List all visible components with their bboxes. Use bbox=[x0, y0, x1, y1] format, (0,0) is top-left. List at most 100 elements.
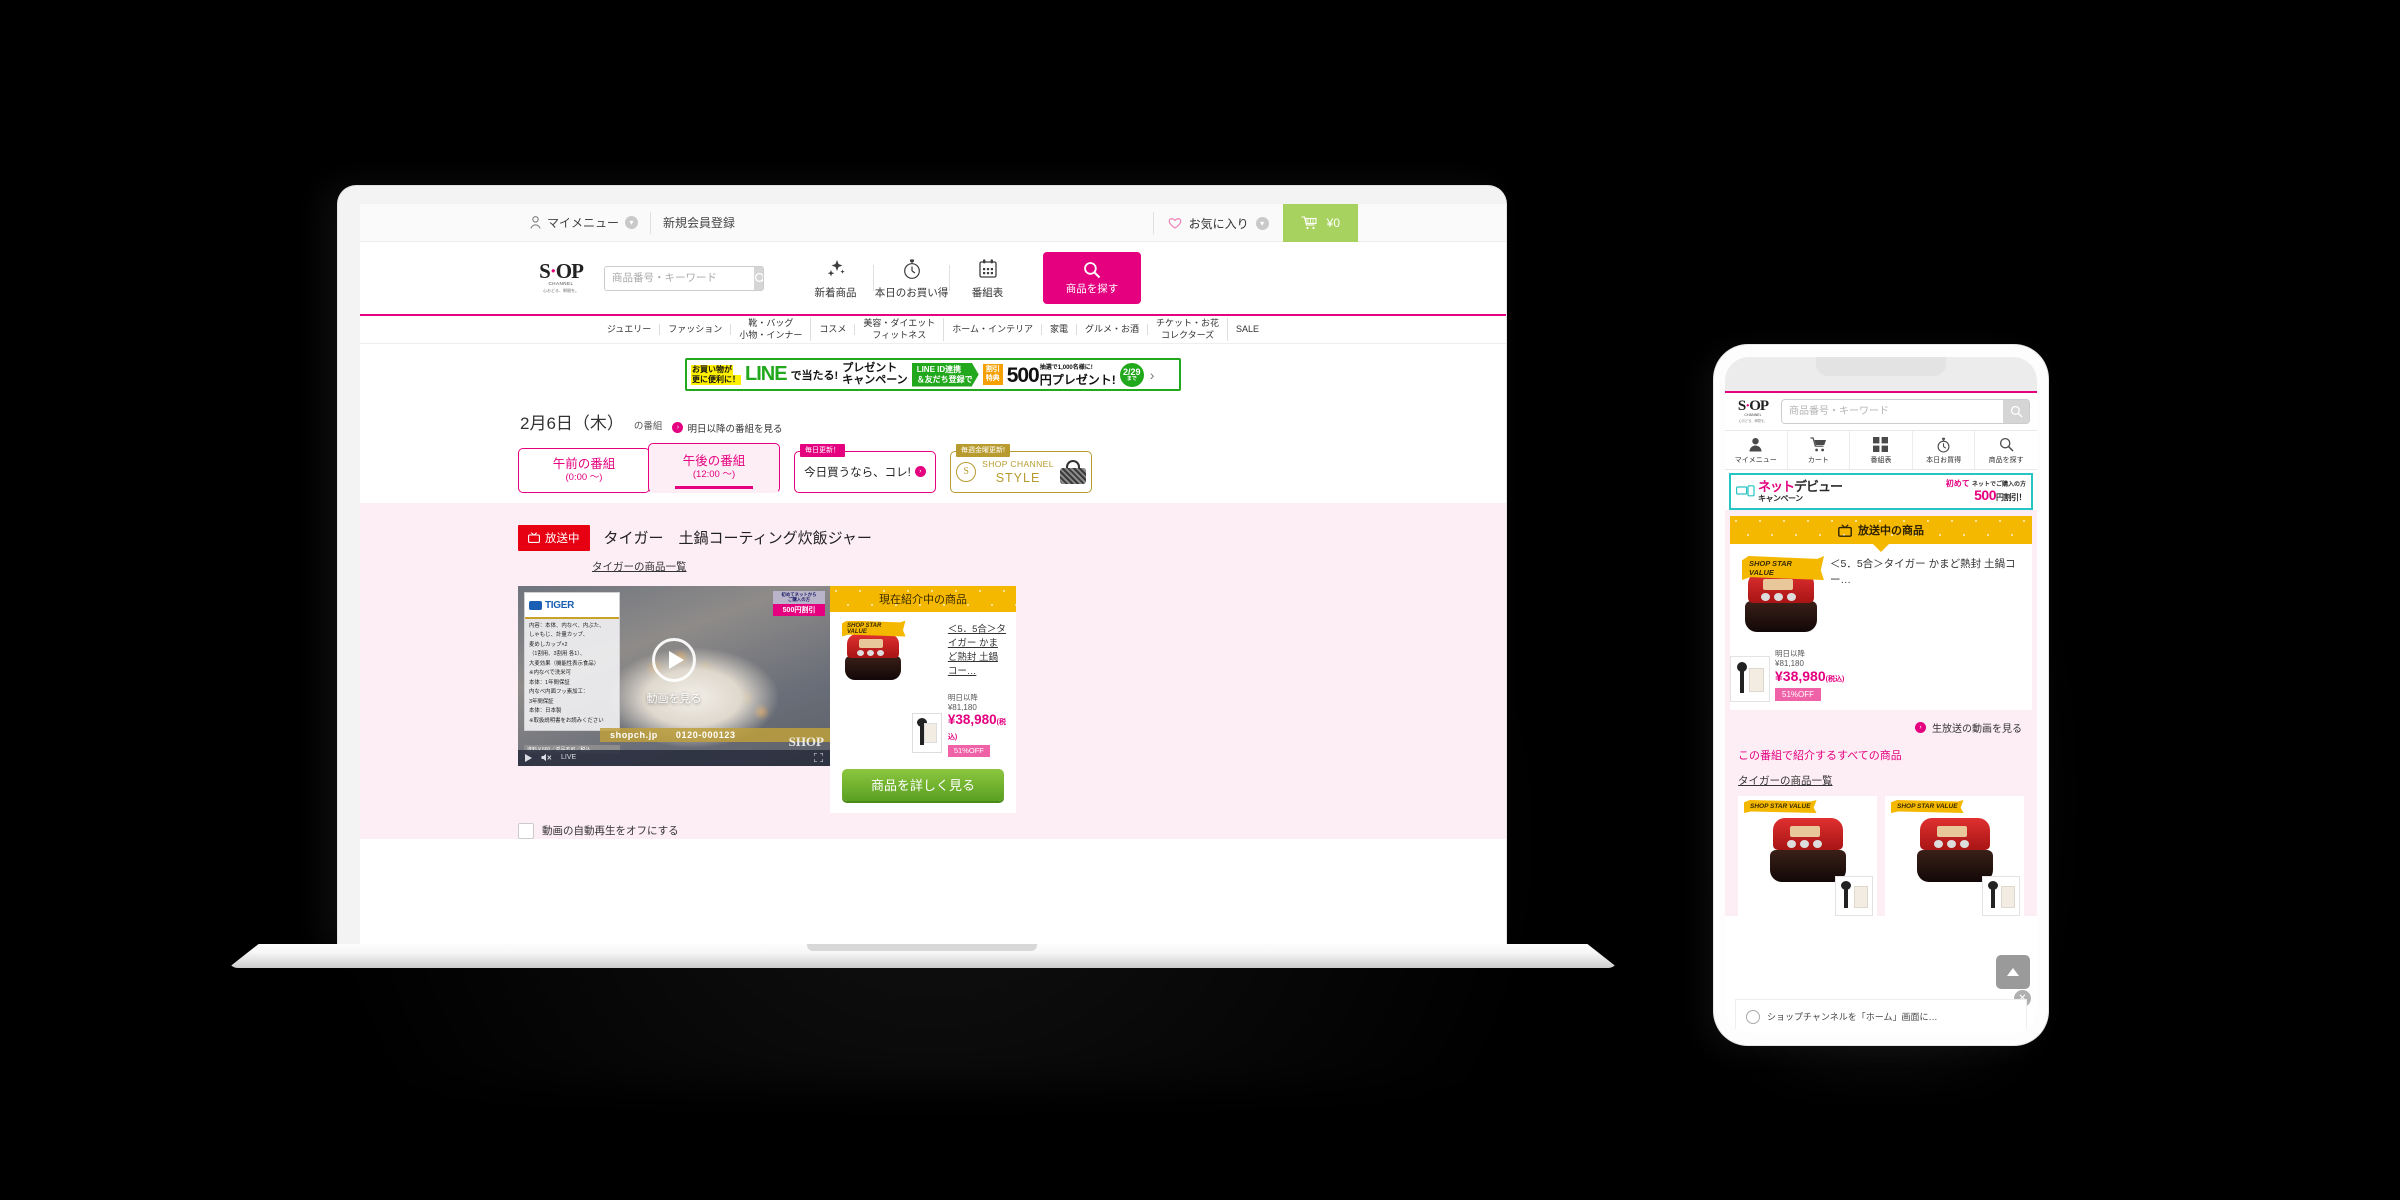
tab-morning-program[interactable]: 午前の番組 (0:00 ～) bbox=[518, 447, 650, 493]
nav-item-7[interactable]: グルメ・お酒 bbox=[1077, 323, 1149, 336]
schedule-tabs: 午前の番組 (0:00 ～) 午後の番組 (12:00 ～) 毎日更新！ 今日買… bbox=[518, 442, 1506, 493]
schedule-date: 2月6日（木） bbox=[520, 414, 624, 433]
nav-item-4[interactable]: 美容・ダイエット フィットネス bbox=[855, 318, 945, 341]
video-player[interactable]: TIGER 内容：本体、内なべ、内ぶた、 しゃもじ、計量カップ、 麦めしカップ×2 （… bbox=[518, 585, 830, 766]
fullscreen-icon[interactable] bbox=[814, 753, 823, 762]
product-image-rice-cooker bbox=[1769, 818, 1846, 882]
mobile-net-debut-banner[interactable]: ネット デビュー キャンペーン 初めて ネットでご購入の方 500円割引！ bbox=[1729, 473, 2033, 510]
search-icon bbox=[2010, 405, 2023, 418]
nav-item-1[interactable]: ファッション bbox=[660, 323, 732, 336]
chevron-down-icon[interactable]: ▾ bbox=[1255, 216, 1269, 230]
cart-button[interactable]: ¥0 bbox=[1282, 204, 1358, 242]
mobile-nav-cart[interactable]: カート bbox=[1788, 431, 1851, 469]
my-menu-button[interactable]: マイメニュー ▾ bbox=[518, 214, 650, 231]
program-content-area: 放送中 タイガー 土鍋コーティング炊飯ジャー タイガーの商品一覧 TIGER 内… bbox=[360, 502, 1506, 839]
onair-label: 放送中 bbox=[545, 532, 580, 545]
mute-icon[interactable] bbox=[541, 753, 552, 762]
deadline-until: まで bbox=[1126, 375, 1137, 382]
tiger-wordmark: TIGER bbox=[545, 599, 575, 611]
logo[interactable]: S·OP CHANNEL 心おどる、瞬間を。 bbox=[532, 260, 590, 295]
view-product-button[interactable]: 商品を詳しく見る bbox=[842, 768, 1004, 801]
favorites-button[interactable]: お気に入り ▾ bbox=[1154, 215, 1283, 232]
chevron-right-icon[interactable]: › bbox=[1150, 367, 1155, 383]
search-input[interactable] bbox=[605, 266, 754, 290]
mobile-bottom-sheet[interactable]: ショップチャンネルを「ホーム」画面に… bbox=[1735, 999, 2027, 1033]
mobile-brand-list-link[interactable]: タイガーの商品一覧 bbox=[1730, 763, 2032, 788]
mobile-nav-find-products[interactable]: 商品を探す bbox=[1975, 431, 2037, 469]
shop-channel-style-button[interactable]: 毎週金曜更新! S SHOP CHANNEL STYLE bbox=[950, 443, 1092, 493]
line-banner-lottery: 抽選で1,000名様に! bbox=[1039, 364, 1093, 371]
price-tax-note: (税込) bbox=[1825, 676, 1845, 683]
search-box[interactable] bbox=[604, 265, 764, 291]
find-products-button[interactable]: 商品を探す bbox=[1043, 252, 1141, 304]
header-link-todays-deal[interactable]: 本日のお買い得 bbox=[874, 257, 949, 300]
nav-item-9[interactable]: SALE bbox=[1228, 324, 1267, 335]
mobile-nav-label: 商品を探す bbox=[1988, 457, 2024, 464]
tab-title: 午後の番組 bbox=[682, 454, 746, 469]
mobile-nav-my-menu[interactable]: マイメニュー bbox=[1725, 431, 1788, 469]
daily-pick-text: 今日買うなら、コレ! › bbox=[804, 464, 926, 480]
stopwatch-icon bbox=[1913, 436, 1975, 453]
tab-afternoon-program[interactable]: 午後の番組 (12:00 ～) bbox=[648, 442, 780, 493]
autoplay-checkbox[interactable] bbox=[518, 822, 534, 839]
mobile-card-details: ＜5．5合＞タイガー かまど熱封 土鍋コー… bbox=[1830, 556, 2024, 632]
product-title-link[interactable]: ＜5．5合＞タイガー かまど熱封 土鍋コー… bbox=[948, 623, 1006, 680]
nav-item-0[interactable]: ジュエリー bbox=[599, 323, 661, 336]
header-link-new-arrivals[interactable]: 新着商品 bbox=[798, 257, 873, 300]
badge-line1: 初めてネットから bbox=[781, 591, 817, 597]
nav-item-2[interactable]: 靴・バッグ 小物・インナー bbox=[731, 318, 812, 341]
scroll-to-top-button[interactable] bbox=[1996, 955, 2030, 989]
video-badge-top: 初めてネットから ご購入の方 bbox=[773, 590, 825, 604]
price-was-label: 明日以降 bbox=[1775, 649, 1805, 658]
future-schedule-label: 明日以降の番組を見る bbox=[687, 423, 783, 435]
play-button-icon[interactable] bbox=[525, 753, 532, 762]
header-quick-links: 新着商品 本日のお買い得 番組表 bbox=[798, 257, 1025, 300]
video-controls[interactable]: LIVE bbox=[518, 749, 830, 766]
mobile-search-submit-button[interactable] bbox=[2003, 400, 2029, 423]
line-campaign-banner[interactable]: お買い物が 更に便利に！ LINE で当たる! プレゼント キャンペーン LIN… bbox=[685, 358, 1181, 391]
header-link-program-guide[interactable]: 番組表 bbox=[950, 257, 1025, 300]
nav-item-5[interactable]: ホーム・インテリア bbox=[944, 323, 1042, 336]
price-now: ¥38,980(税込) bbox=[948, 712, 1006, 742]
panel-details: ＜5．5合＞タイガー かまど熱封 土鍋コー… 明日以降 ¥81,180 ¥38,… bbox=[947, 621, 1006, 757]
mobile-nav-program-guide[interactable]: 番組表 bbox=[1850, 431, 1913, 469]
mobile-search-input[interactable] bbox=[1782, 400, 2003, 423]
video-phone: 0120-000123 bbox=[675, 729, 736, 740]
accessory-thumbnail bbox=[1730, 656, 1770, 702]
mobile-grid-product-1[interactable]: SHOP STAR VALUE bbox=[1738, 796, 1877, 916]
nav-item-6[interactable]: 家電 bbox=[1042, 323, 1078, 336]
mobile-product-title[interactable]: ＜5．5合＞タイガー かまど熱封 土鍋コー… bbox=[1830, 556, 2024, 589]
mobile-live-video-link[interactable]: › 生放送の動画を見る bbox=[1730, 710, 2032, 743]
nav-item-3[interactable]: コスメ bbox=[811, 323, 856, 336]
person-icon bbox=[1725, 436, 1787, 453]
future-schedule-link[interactable]: › 明日以降の番組を見る bbox=[672, 421, 782, 435]
price-now: ¥38,980(税込) bbox=[1775, 668, 1844, 684]
brand-product-list-link[interactable]: タイガーの商品一覧 bbox=[592, 559, 1506, 574]
mobile-logo[interactable]: S·OP CHANNEL 心おどる、瞬間を。 bbox=[1732, 398, 1774, 423]
panel-header: 現在紹介中の商品 bbox=[830, 585, 1016, 612]
autoplay-toggle-row[interactable]: 動画の自動再生をオフにする bbox=[518, 822, 1506, 839]
discount-badge: 51%OFF bbox=[1775, 688, 1822, 701]
mobile-nav-todays-deal[interactable]: 本日お買得 bbox=[1913, 431, 1976, 469]
daily-pick-button[interactable]: 毎日更新！ 今日買うなら、コレ! › bbox=[794, 443, 936, 493]
nav-item-8[interactable]: チケット・お花 コレクターズ bbox=[1148, 318, 1229, 341]
handbag-icon bbox=[1059, 459, 1086, 484]
mobile-product-thumbnail[interactable]: SHOP STAR VALUE bbox=[1738, 556, 1824, 632]
product-thumbnail[interactable]: SHOP STAR VALUE bbox=[840, 620, 906, 757]
play-overlay[interactable]: 動画を見る bbox=[518, 637, 830, 706]
chevron-down-icon[interactable]: ▾ bbox=[625, 216, 639, 229]
style-words: SHOP CHANNEL STYLE bbox=[982, 457, 1054, 486]
panel-body: SHOP STAR VALUE ＜5．5合＞タイガー かまど熱封 土鍋コー… 明… bbox=[830, 612, 1016, 757]
search-submit-button[interactable] bbox=[754, 266, 763, 290]
play-icon[interactable] bbox=[652, 637, 696, 682]
cart-icon bbox=[1788, 436, 1850, 453]
line-banner-amount-suffix: 円プレゼント! bbox=[1039, 372, 1116, 387]
tiger-brand-logo: TIGER bbox=[525, 592, 619, 619]
line-banner-wrap: お買い物が 更に便利に！ LINE で当たる! プレゼント キャンペーン LIN… bbox=[360, 344, 1506, 391]
line-banner-green-tag: LINE ID連携 ＆友だち登録で bbox=[912, 363, 979, 387]
mobile-live-video-label: 生放送の動画を見る bbox=[1932, 724, 2022, 735]
accessory-thumbnail bbox=[1835, 876, 1873, 916]
mobile-grid-product-2[interactable]: SHOP STAR VALUE bbox=[1885, 796, 2024, 916]
register-link[interactable]: 新規会員登録 bbox=[651, 214, 747, 231]
mobile-search-box[interactable] bbox=[1781, 399, 2030, 424]
